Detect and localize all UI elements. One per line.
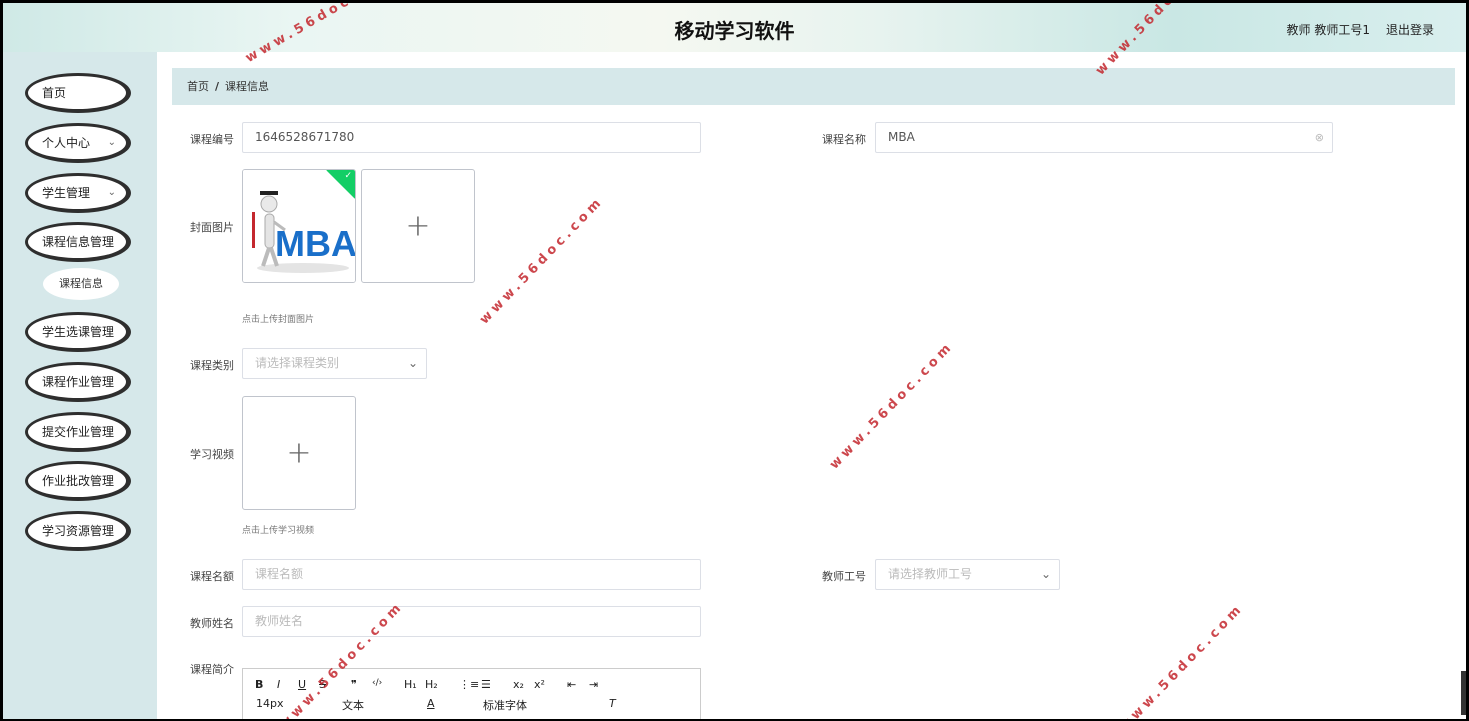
font-size-select[interactable]: 14px bbox=[256, 697, 284, 710]
sidebar-item-label: 学生管理 bbox=[42, 186, 91, 200]
quota-input[interactable]: 课程名额 bbox=[242, 559, 701, 590]
breadcrumb-current: 课程信息 bbox=[225, 80, 270, 93]
sidebar-item-course-info-management[interactable]: 课程信息管理 bbox=[25, 222, 131, 262]
indent-button[interactable]: ⇥ bbox=[589, 678, 598, 691]
check-icon: ✓ bbox=[344, 171, 352, 181]
cover-upload-button[interactable]: + bbox=[361, 169, 475, 283]
course-no-input[interactable]: 1646528671780 bbox=[242, 122, 701, 153]
video-upload-button[interactable]: + bbox=[242, 396, 356, 510]
sidebar-subitem-course-info[interactable]: 课程信息 bbox=[43, 268, 119, 300]
bold-button[interactable]: B bbox=[255, 678, 263, 691]
top-header: 移动学习软件 教师 教师工号1 退出登录 bbox=[3, 3, 1466, 52]
underline-button[interactable]: U bbox=[298, 678, 306, 691]
sidebar-item-grading[interactable]: 作业批改管理 bbox=[25, 461, 131, 501]
teacher-no-placeholder: 请选择教师工号 bbox=[888, 567, 973, 581]
quote-button[interactable]: ❞ bbox=[351, 678, 357, 691]
watermark-text: www.56doc.com bbox=[1117, 600, 1247, 721]
clear-format-icon[interactable]: T bbox=[609, 697, 616, 710]
teacher-no-select[interactable]: 请选择教师工号 ⌄ bbox=[875, 559, 1060, 590]
breadcrumb-separator: / bbox=[215, 80, 220, 93]
text-style-select[interactable]: 文本 bbox=[342, 697, 364, 713]
superscript-button[interactable]: x² bbox=[534, 678, 545, 691]
plus-icon: + bbox=[405, 208, 431, 244]
sidebar-item-submit-homework[interactable]: 提交作业管理 bbox=[25, 412, 131, 452]
cover-label: 封面图片 bbox=[190, 221, 234, 234]
heading1-button[interactable]: H₁ bbox=[404, 678, 417, 691]
intro-label: 课程简介 bbox=[190, 663, 234, 676]
category-label: 课程类别 bbox=[190, 359, 234, 372]
app-title: 移动学习软件 bbox=[674, 19, 795, 43]
italic-button[interactable]: I bbox=[277, 678, 280, 691]
sidebar-item-label: 课程作业管理 bbox=[42, 375, 115, 389]
sidebar-item-label: 学习资源管理 bbox=[42, 524, 115, 538]
sidebar-item-label: 首页 bbox=[42, 86, 67, 100]
mba-image: MBA bbox=[243, 170, 356, 282]
sidebar-item-label: 个人中心 bbox=[42, 136, 91, 150]
current-user: 教师 教师工号1 bbox=[1286, 23, 1370, 37]
code-button[interactable]: ‹/› bbox=[372, 678, 382, 688]
sidebar-item-label: 作业批改管理 bbox=[42, 474, 115, 488]
bullet-list-button[interactable]: ☰ bbox=[481, 678, 491, 691]
subscript-button[interactable]: x₂ bbox=[513, 678, 524, 691]
watermark-text: www.56doc.com bbox=[827, 338, 957, 473]
heading2-button[interactable]: H₂ bbox=[425, 678, 438, 691]
quota-label: 课程名额 bbox=[190, 570, 234, 583]
sidebar-item-homework-management[interactable]: 课程作业管理 bbox=[25, 362, 131, 402]
font-color-icon[interactable]: A bbox=[427, 697, 435, 710]
chevron-down-icon: ⌄ bbox=[1040, 567, 1051, 581]
sidebar-item-label: 学生选课管理 bbox=[42, 325, 115, 339]
course-name-value: MBA bbox=[888, 130, 915, 144]
sidebar: 首页 个人中心 ⌄ 学生管理 ⌄ 课程信息管理 课程信息 学生选课管理 课程作业管理… bbox=[3, 52, 157, 719]
plus-icon: + bbox=[286, 435, 312, 471]
font-family-select[interactable]: 标准字体 bbox=[483, 697, 527, 713]
category-select[interactable]: 请选择课程类别 ⌄ bbox=[242, 348, 427, 379]
outdent-button[interactable]: ⇤ bbox=[567, 678, 576, 691]
video-hint: 点击上传学习视频 bbox=[242, 526, 315, 536]
teacher-no-label: 教师工号 bbox=[822, 570, 866, 583]
sidebar-item-learning-resources[interactable]: 学习资源管理 bbox=[25, 511, 131, 551]
video-label: 学习视频 bbox=[190, 448, 234, 461]
sidebar-item-label: 提交作业管理 bbox=[42, 425, 115, 439]
course-name-input[interactable]: MBA ⊗ bbox=[875, 122, 1333, 153]
app-window: 移动学习软件 教师 教师工号1 退出登录 首页 个人中心 ⌄ 学生管理 ⌄ 课程信息… bbox=[0, 0, 1469, 721]
main-content: 首页 / 课程信息 课程编号 1646528671780 课程名称 MBA ⊗ 封面图… bbox=[157, 52, 1466, 719]
cover-thumbnail[interactable]: MBA ✓ bbox=[242, 169, 356, 283]
sidebar-item-personal-center[interactable]: 个人中心 ⌄ bbox=[25, 123, 131, 163]
category-placeholder: 请选择课程类别 bbox=[255, 356, 340, 370]
sidebar-item-label: 课程信息管理 bbox=[42, 235, 115, 249]
breadcrumb-home[interactable]: 首页 bbox=[187, 80, 209, 93]
teacher-name-input[interactable]: 教师姓名 bbox=[242, 606, 701, 637]
ordered-list-button[interactable]: ⋮≡ bbox=[459, 678, 479, 691]
teacher-name-label: 教师姓名 bbox=[190, 617, 234, 630]
breadcrumb: 首页 / 课程信息 bbox=[172, 68, 1455, 105]
chevron-down-icon: ⌄ bbox=[107, 137, 116, 148]
chevron-down-icon: ⌄ bbox=[407, 356, 418, 370]
mba-image-text: MBA bbox=[275, 223, 356, 264]
sidebar-item-home[interactable]: 首页 bbox=[25, 73, 131, 113]
course-name-label: 课程名称 bbox=[822, 133, 866, 146]
watermark-text: www.56doc.com bbox=[477, 193, 607, 328]
clear-icon[interactable]: ⊗ bbox=[1315, 123, 1324, 152]
sidebar-item-course-selection[interactable]: 学生选课管理 bbox=[25, 312, 131, 352]
logout-link[interactable]: 退出登录 bbox=[1386, 21, 1434, 38]
cover-hint: 点击上传封面图片 bbox=[242, 315, 315, 325]
scrollbar-thumb[interactable] bbox=[1461, 671, 1466, 715]
chevron-down-icon: ⌄ bbox=[107, 187, 116, 198]
course-no-label: 课程编号 bbox=[190, 133, 234, 146]
sidebar-item-student-management[interactable]: 学生管理 ⌄ bbox=[25, 173, 131, 213]
